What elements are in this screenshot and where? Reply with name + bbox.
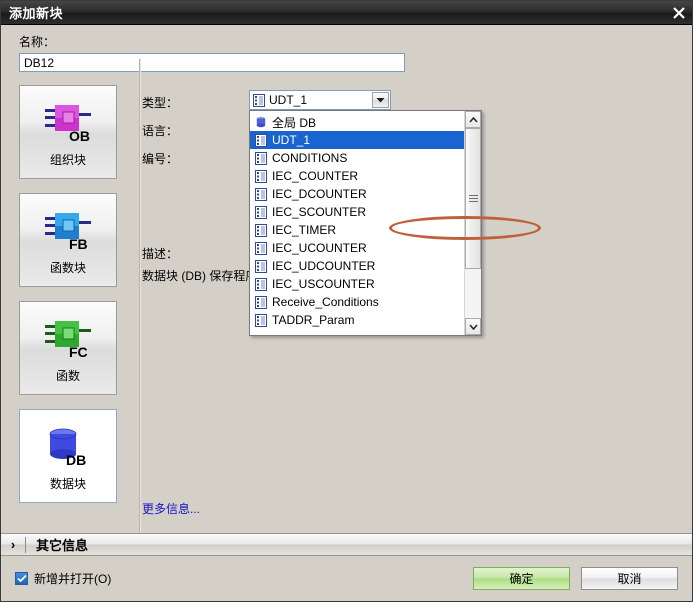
svg-text:DB: DB [66,452,86,468]
expander-title: 其它信息 [36,538,89,553]
dropdown-item-global-db[interactable]: 全局 DB [250,113,464,131]
udt-icon [255,259,267,273]
dropdown-item-label: IEC_SCOUNTER [272,205,367,219]
dropdown-item-iec-uscounter[interactable]: IEC_USCOUNTER [250,275,464,293]
dropdown-item-label: CONDITIONS [272,151,348,165]
function-block-icon: FB [39,205,97,257]
dropdown-item-iec-ucounter[interactable]: IEC_UCOUNTER [250,239,464,257]
checkbox-label: 新增并打开(O) [34,572,112,586]
description-text: 数据块 (DB) 保存程序 [142,269,258,283]
svg-text:OB: OB [69,128,90,144]
chevron-up-icon [468,116,478,123]
dropdown-item-iec-dcounter[interactable]: IEC_DCOUNTER [250,185,464,203]
block-type-db[interactable]: DB 数据块 [19,409,117,503]
dialog-body: OB 组织块 FB 函数块 FC 函数 DB 数据块 类型： 语言： 编号： 描… [1,59,692,533]
block-type-label: 函数 [55,368,80,383]
block-type-label: 组织块 [49,152,86,167]
function-icon: FC [39,313,97,365]
block-type-label: 数据块 [49,476,86,491]
title-bar: 添加新块 [1,1,692,25]
dropdown-item-receive-conditions[interactable]: Receive_Conditions [250,293,464,311]
data-block-icon: DB [39,421,97,473]
dialog-footer: 新增并打开(O) 确定 取消 [1,556,692,601]
udt-icon [255,169,267,183]
description-label: 描述： [142,247,179,261]
udt-icon [255,205,267,219]
organization-block-icon: OB [39,97,97,149]
checkbox-checked-icon [15,572,28,585]
dropdown-item-taddr-param[interactable]: TADDR_Param [250,311,464,329]
udt-icon [255,133,267,147]
dropdown-scrollbar[interactable] [464,111,481,335]
block-type-list: OB 组织块 FB 函数块 FC 函数 DB 数据块 [1,85,125,533]
dropdown-item-udt-1[interactable]: UDT_1 [250,131,464,149]
chevron-right-icon: › [10,537,16,552]
udt-icon [255,277,267,291]
dropdown-item-label: IEC_USCOUNTER [272,277,375,291]
udt-icon [255,151,267,165]
language-label: 语言： [142,124,179,138]
dropdown-item-label: IEC_TIMER [272,223,337,237]
scrollbar-grip-icon [468,193,478,204]
number-label: 编号： [142,152,179,166]
scrollbar-track[interactable] [465,128,481,318]
type-label: 类型： [142,96,179,110]
dialog-title: 添加新块 [9,6,64,21]
scrollbar-thumb[interactable] [465,128,481,269]
type-combobox[interactable]: UDT_1 [249,90,391,110]
name-field-group: 名称： [1,25,692,72]
more-info-link[interactable]: 更多信息... [142,500,200,517]
udt-icon [255,223,267,237]
udt-icon [253,93,265,107]
dropdown-item-label: IEC_DCOUNTER [272,187,367,201]
close-button[interactable] [666,1,692,24]
ok-button[interactable]: 确定 [473,567,570,590]
name-label: 名称： [19,35,56,49]
global-db-icon [255,116,267,129]
dropdown-item-label: IEC_UCOUNTER [272,241,367,255]
chevron-down-icon [468,323,478,330]
type-dropdown-list[interactable]: 全局 DB UDT_1 CONDITIONS IEC_COUNTER IEC_D… [249,110,482,336]
form-area: 类型： 语言： 编号： 描述： 数据块 (DB) 保存程序 更多信息... UD… [125,85,692,533]
dropdown-item-iec-udcounter[interactable]: IEC_UDCOUNTER [250,257,464,275]
dropdown-item-label: Receive_Conditions [272,295,379,309]
block-type-fb[interactable]: FB 函数块 [19,193,117,287]
add-new-block-dialog: 添加新块 名称： DB12 OB 组织块 FB 函数块 FC 函数 DB 数据块… [0,0,693,602]
block-type-fc[interactable]: FC 函数 [19,301,117,395]
udt-icon [255,295,267,309]
add-and-open-checkbox[interactable]: 新增并打开(O) [15,570,111,587]
udt-icon [255,187,267,201]
scroll-down-button[interactable] [465,318,481,335]
udt-icon [255,241,267,255]
other-information-expander[interactable]: › 其它信息 [1,533,692,556]
dropdown-item-conditions[interactable]: CONDITIONS [250,149,464,167]
dropdown-item-iec-counter[interactable]: IEC_COUNTER [250,167,464,185]
close-icon [673,6,685,19]
cancel-button[interactable]: 取消 [581,567,678,590]
udt-icon [255,313,267,327]
type-combobox-arrow-button[interactable] [372,92,389,108]
chevron-down-icon [376,98,385,103]
name-input[interactable] [19,53,405,72]
dropdown-items: 全局 DB UDT_1 CONDITIONS IEC_COUNTER IEC_D… [250,111,464,335]
dropdown-item-label: TADDR_Param [272,313,355,327]
block-type-ob[interactable]: OB 组织块 [19,85,117,179]
dropdown-item-iec-scounter[interactable]: IEC_SCOUNTER [250,203,464,221]
svg-text:FC: FC [69,344,88,360]
dropdown-item-iec-timer[interactable]: IEC_TIMER [250,221,464,239]
dropdown-item-label: IEC_UDCOUNTER [272,259,376,273]
dropdown-item-label: UDT_1 [272,133,311,147]
block-type-label: 函数块 [49,260,86,275]
type-combobox-value: UDT_1 [269,93,308,107]
footer-buttons: 确定 取消 [473,567,678,590]
dropdown-item-label: 全局 DB [272,115,317,130]
svg-text:FB: FB [69,236,88,252]
scroll-up-button[interactable] [465,111,481,128]
dropdown-item-label: IEC_COUNTER [272,169,359,183]
